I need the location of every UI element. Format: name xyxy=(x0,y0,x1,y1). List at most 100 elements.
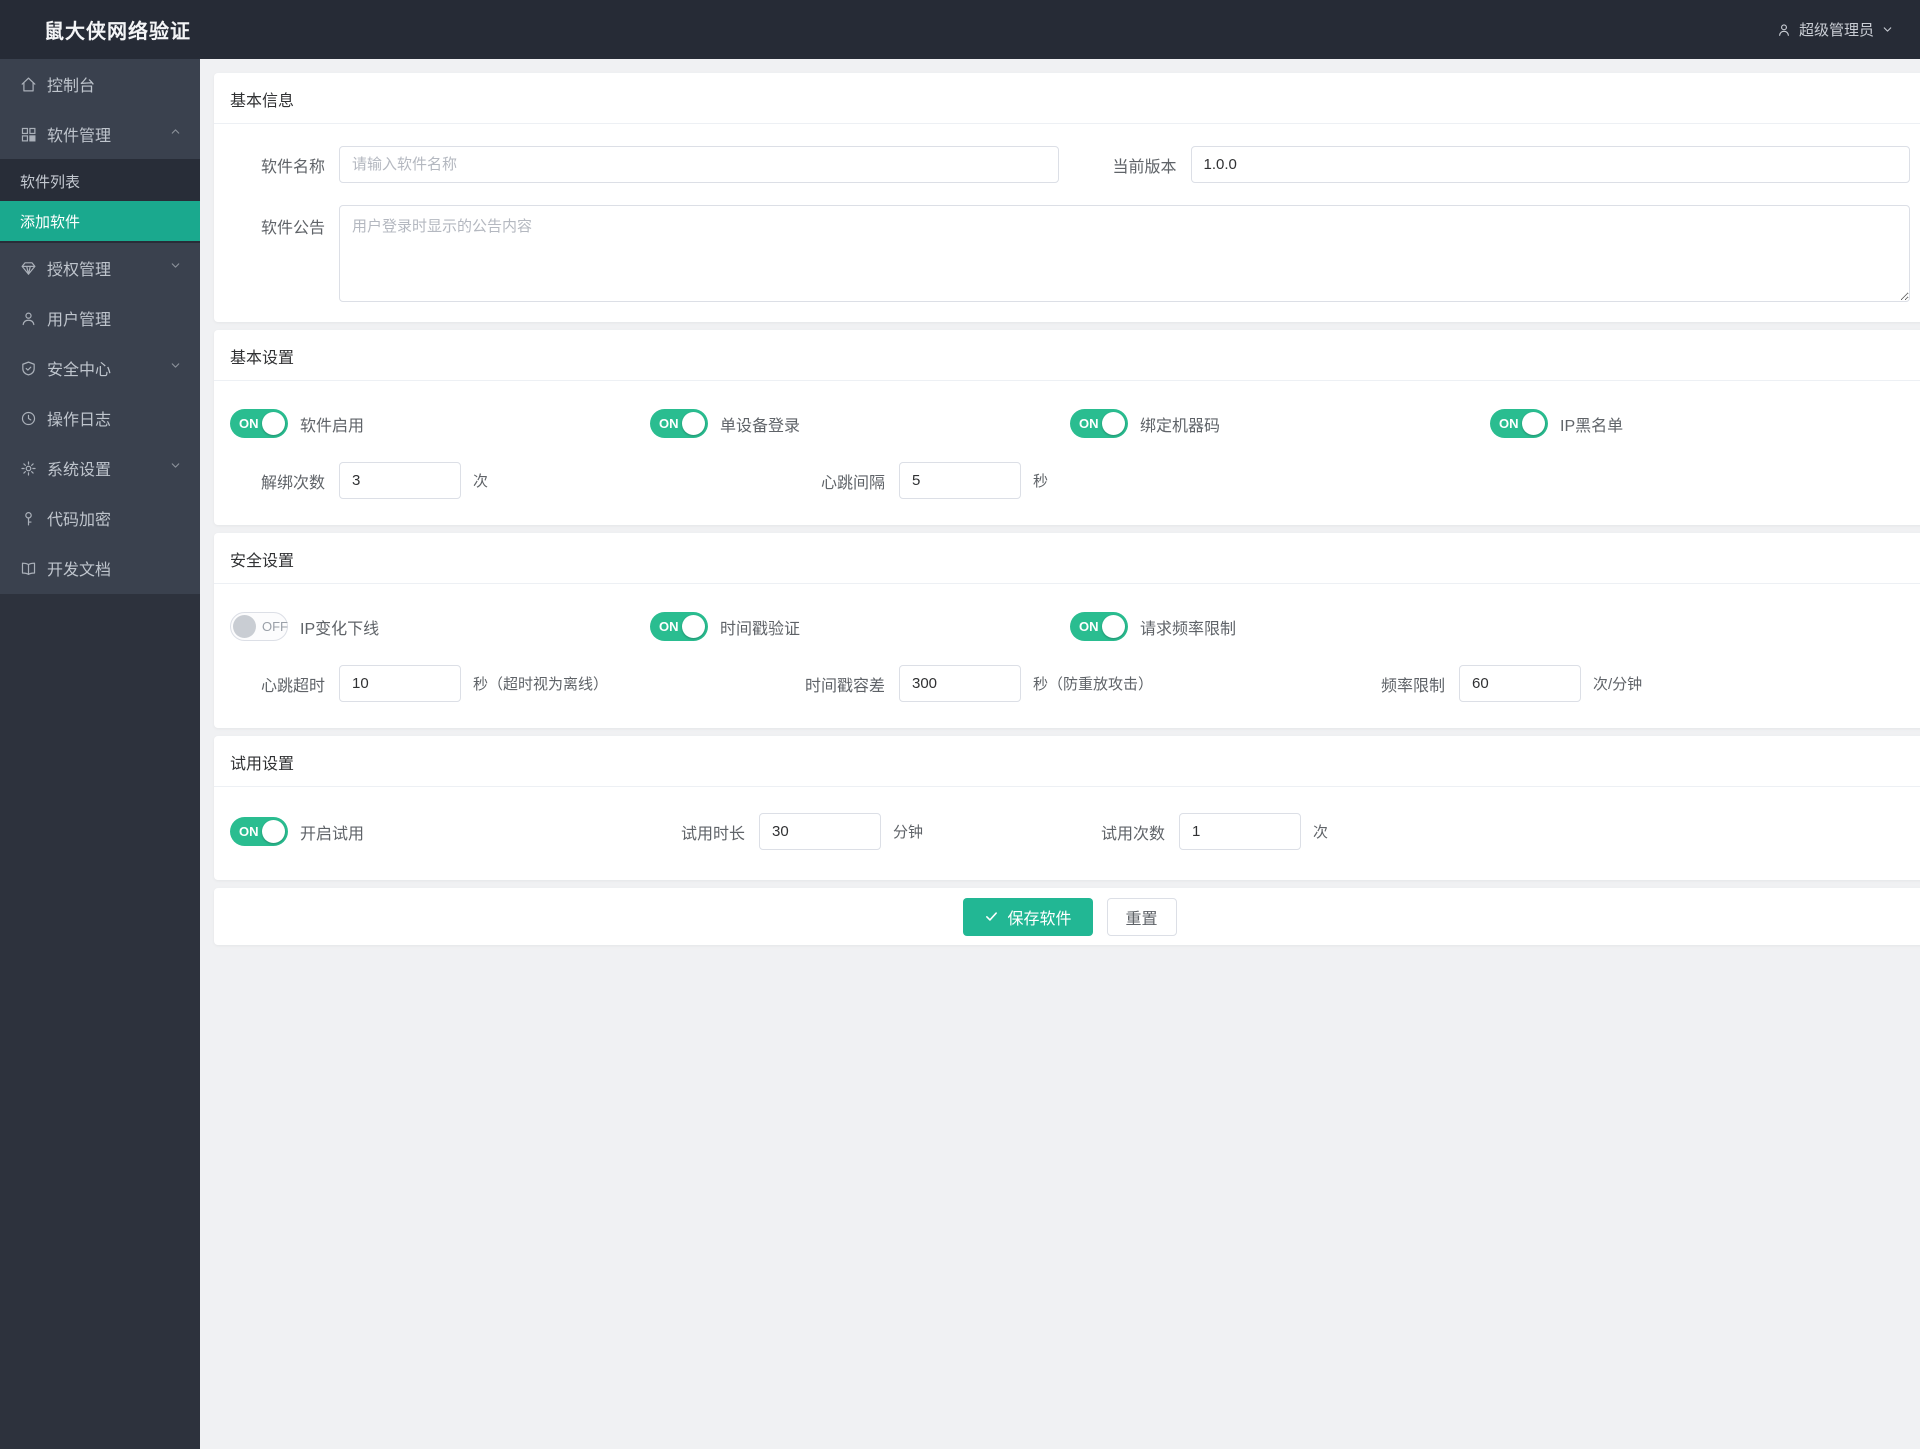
toggle-knob xyxy=(682,615,705,638)
check-icon xyxy=(984,909,999,924)
heartbeat-timeout-label: 心跳超时 xyxy=(260,677,325,695)
toggle-software-enabled[interactable]: ON xyxy=(230,409,288,438)
toggle-knob xyxy=(1102,412,1125,435)
chevron-down-icon xyxy=(169,259,182,277)
toggle-label: 请求频率限制 xyxy=(1140,620,1237,638)
timestamp-tolerance-input[interactable] xyxy=(899,665,1021,702)
sidebar-item-console[interactable]: 控制台 xyxy=(0,59,200,109)
version-label: 当前版本 xyxy=(1112,158,1177,176)
toggle-state-text: ON xyxy=(1499,416,1519,431)
toggle-label: 开启试用 xyxy=(300,825,365,843)
section-title-basic-settings: 基本设置 xyxy=(214,330,1920,381)
toggle-state-text: ON xyxy=(1079,416,1099,431)
heartbeat-interval-input[interactable] xyxy=(899,462,1021,499)
toggle-state-text: ON xyxy=(239,824,259,839)
notice-label: 软件公告 xyxy=(260,220,325,237)
sidebar-item-add-software[interactable]: 添加软件 xyxy=(0,201,200,241)
save-button-label: 保存软件 xyxy=(1007,910,1072,928)
chevron-down-icon xyxy=(1881,23,1894,36)
sidebar-item-license-mgmt[interactable]: 授权管理 xyxy=(0,243,200,293)
key-icon xyxy=(20,510,37,527)
user-menu[interactable]: 超级管理员 xyxy=(1776,19,1920,40)
sidebar-item-label: 用户管理 xyxy=(47,312,112,329)
heartbeat-timeout-input[interactable] xyxy=(339,665,461,702)
toggle-enable-trial[interactable]: ON xyxy=(230,817,288,846)
open-book-icon xyxy=(20,560,37,577)
sidebar-menu: 控制台 软件管理 软件列表 添加软件 授权管理 用户管理 安全中心 操作日志 系… xyxy=(0,59,200,594)
toggle-timestamp-verify[interactable]: ON xyxy=(650,612,708,641)
toggle-knob xyxy=(262,820,285,843)
toggle-label: IP变化下线 xyxy=(300,620,380,638)
toggle-bind-machine-code[interactable]: ON xyxy=(1070,409,1128,438)
toggle-state-text: ON xyxy=(1079,619,1099,634)
sidebar-item-system-settings[interactable]: 系统设置 xyxy=(0,443,200,493)
unbind-count-input[interactable] xyxy=(339,462,461,499)
trial-duration-input[interactable] xyxy=(759,813,881,850)
sidebar-item-operation-log[interactable]: 操作日志 xyxy=(0,393,200,443)
security-settings-card: 安全设置 OFF IP变化下线 ON 时间戳验证 ON 请求频率限制 心跳超时 … xyxy=(214,533,1920,728)
toggle-label: 软件启用 xyxy=(300,417,365,435)
sidebar-item-software-list[interactable]: 软件列表 xyxy=(0,161,200,201)
rate-limit-label: 频率限制 xyxy=(1380,677,1445,695)
user-icon xyxy=(1776,22,1792,38)
rate-limit-input[interactable] xyxy=(1459,665,1581,702)
toggle-ip-change-offline[interactable]: OFF xyxy=(230,612,288,641)
save-software-button[interactable]: 保存软件 xyxy=(963,897,1093,936)
toggle-knob xyxy=(682,412,705,435)
sidebar-item-dev-docs[interactable]: 开发文档 xyxy=(0,543,200,593)
sidebar-item-label: 操作日志 xyxy=(47,412,112,429)
apps-grid-icon xyxy=(20,126,37,143)
toggle-single-device-login[interactable]: ON xyxy=(650,409,708,438)
sidebar-item-label: 控制台 xyxy=(47,78,96,95)
chevron-up-icon xyxy=(169,125,182,143)
sidebar-item-user-mgmt[interactable]: 用户管理 xyxy=(0,293,200,343)
heartbeat-timeout-unit: 秒（超时视为离线） xyxy=(473,676,609,693)
toggle-ip-blacklist[interactable]: ON xyxy=(1490,409,1548,438)
section-title-security-settings: 安全设置 xyxy=(214,533,1920,584)
reset-button[interactable]: 重置 xyxy=(1106,897,1177,936)
sidebar-item-label: 添加软件 xyxy=(20,213,81,231)
home-icon xyxy=(20,76,37,93)
sidebar-item-label: 系统设置 xyxy=(47,462,112,479)
top-header: 鼠大侠网络验证 超级管理员 xyxy=(0,0,1920,59)
trial-count-unit: 次 xyxy=(1313,824,1329,841)
trial-duration-unit: 分钟 xyxy=(893,824,924,841)
toggle-knob xyxy=(262,412,285,435)
sidebar: 控制台 软件管理 软件列表 添加软件 授权管理 用户管理 安全中心 操作日志 系… xyxy=(0,59,200,1449)
section-title-trial-settings: 试用设置 xyxy=(214,736,1920,787)
shield-check-icon xyxy=(20,360,37,377)
toggle-label: 绑定机器码 xyxy=(1140,417,1221,435)
toggle-request-rate-limit[interactable]: ON xyxy=(1070,612,1128,641)
version-input[interactable] xyxy=(1190,146,1910,183)
unbind-count-unit: 次 xyxy=(473,473,489,490)
heartbeat-interval-label: 心跳间隔 xyxy=(820,474,885,492)
sidebar-item-label: 软件管理 xyxy=(47,128,112,145)
rate-limit-unit: 次/分钟 xyxy=(1593,676,1643,693)
sidebar-item-label: 代码加密 xyxy=(47,512,112,529)
section-title-basic-info: 基本信息 xyxy=(214,73,1920,124)
software-name-label: 软件名称 xyxy=(260,158,325,176)
user-name: 超级管理员 xyxy=(1798,22,1874,39)
software-name-input[interactable] xyxy=(339,146,1059,183)
sidebar-item-security-center[interactable]: 安全中心 xyxy=(0,343,200,393)
sidebar-item-label: 授权管理 xyxy=(47,262,112,279)
toggle-knob xyxy=(1522,412,1545,435)
timestamp-tolerance-unit: 秒（防重放攻击） xyxy=(1033,676,1154,693)
trial-count-label: 试用次数 xyxy=(1100,825,1165,843)
basic-settings-card: 基本设置 ON 软件启用 ON 单设备登录 ON 绑定机器码 ON IP黑名单 … xyxy=(214,330,1920,525)
chevron-down-icon xyxy=(169,359,182,377)
sidebar-item-label: 软件列表 xyxy=(20,173,81,191)
toggle-state-text: ON xyxy=(659,416,679,431)
actions-card: 保存软件 重置 xyxy=(214,888,1920,945)
toggle-state-text: ON xyxy=(659,619,679,634)
sidebar-item-software-mgmt[interactable]: 软件管理 xyxy=(0,109,200,159)
trial-duration-label: 试用时长 xyxy=(680,825,745,843)
sidebar-item-code-encryption[interactable]: 代码加密 xyxy=(0,493,200,543)
toggle-state-text: ON xyxy=(239,416,259,431)
basic-info-card: 基本信息 软件名称 当前版本 软件公告 xyxy=(214,73,1920,322)
trial-count-input[interactable] xyxy=(1179,813,1301,850)
toggle-knob xyxy=(233,615,256,638)
toggle-label: 时间戳验证 xyxy=(720,620,801,638)
notice-textarea[interactable] xyxy=(339,205,1910,302)
chevron-down-icon xyxy=(169,459,182,477)
